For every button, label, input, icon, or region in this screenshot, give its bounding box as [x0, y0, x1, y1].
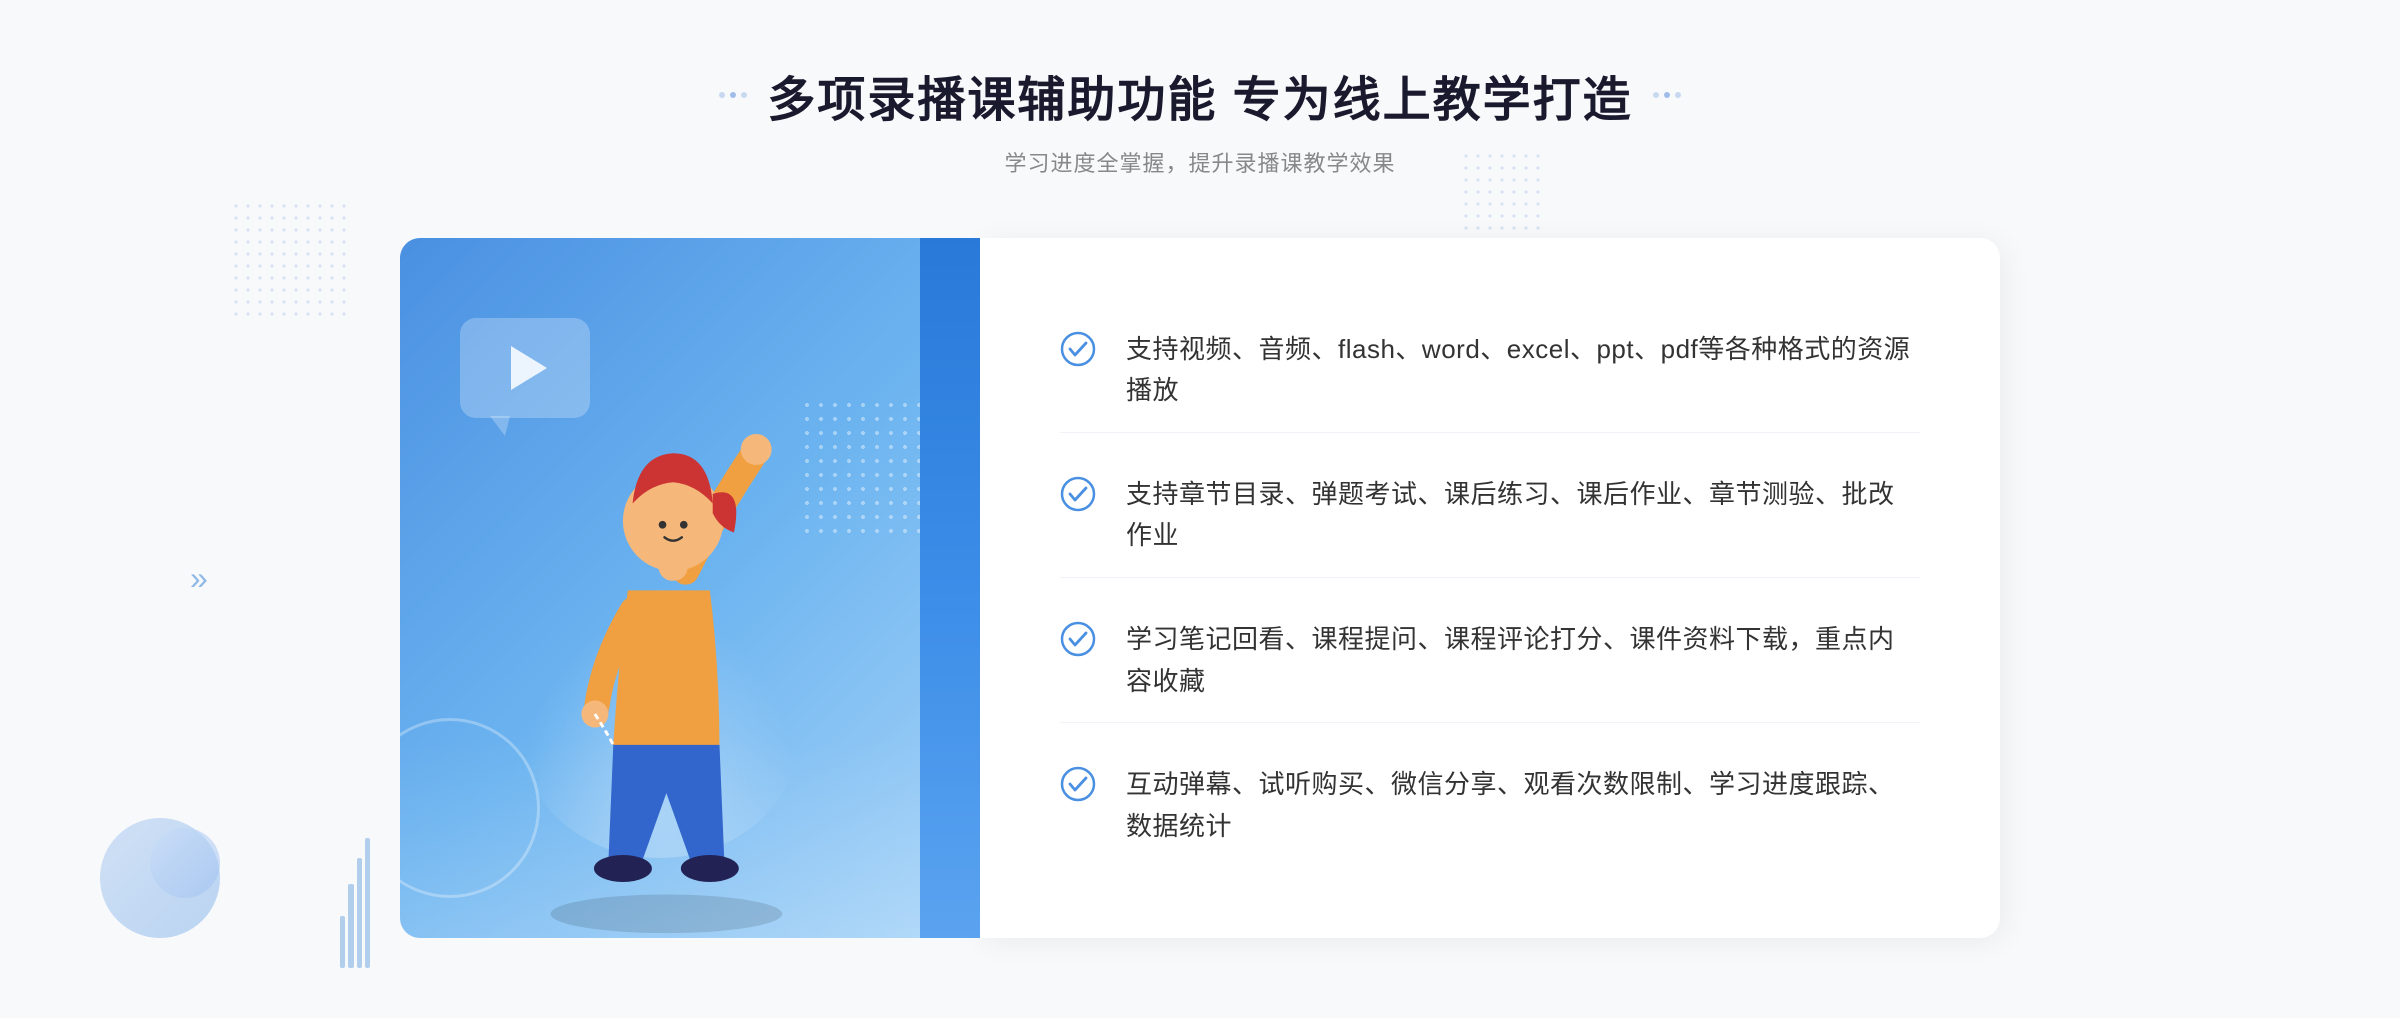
figure-container	[430, 378, 980, 938]
content-area: 支持视频、音频、flash、word、excel、ppt、pdf等各种格式的资源…	[400, 238, 2000, 938]
features-panel: 支持视频、音频、flash、word、excel、ppt、pdf等各种格式的资源…	[980, 238, 2000, 938]
check-circle-icon-1	[1060, 331, 1096, 367]
feature-item-4: 互动弹幕、试听购买、微信分享、观看次数限制、学习进度跟踪、数据统计	[1060, 744, 1920, 867]
stripe-bar-inner	[340, 838, 370, 968]
feature-item-1: 支持视频、音频、flash、word、excel、ppt、pdf等各种格式的资源…	[1060, 309, 1920, 433]
title-decoration-left	[719, 92, 747, 98]
stripe-col-2	[348, 884, 353, 969]
check-circle-icon-3	[1060, 621, 1096, 657]
feature-text-4: 互动弹幕、试听购买、微信分享、观看次数限制、学习进度跟踪、数据统计	[1126, 764, 1920, 847]
check-circle-icon-4	[1060, 766, 1096, 802]
feature-item-3: 学习笔记回看、课程提问、课程评论打分、课件资料下载，重点内容收藏	[1060, 599, 1920, 723]
stripe-col-4	[365, 838, 370, 968]
main-title: 多项录播课辅助功能 专为线上教学打造	[767, 60, 1632, 130]
illustration-panel	[400, 238, 980, 938]
title-row: 多项录播课辅助功能 专为线上教学打造	[719, 60, 1680, 130]
dots-decoration-right	[1460, 150, 1540, 230]
feature-item-2: 支持章节目录、弹题考试、课后练习、课后作业、章节测验、批改作业	[1060, 454, 1920, 578]
feature-text-3: 学习笔记回看、课程提问、课程评论打分、课件资料下载，重点内容收藏	[1126, 619, 1920, 702]
stripe-col-3	[357, 858, 362, 969]
stripe-col-1	[340, 916, 345, 968]
feature-text-1: 支持视频、音频、flash、word、excel、ppt、pdf等各种格式的资源…	[1126, 329, 1920, 412]
feature-text-2: 支持章节目录、弹题考试、课后练习、课后作业、章节测验、批改作业	[1126, 474, 1920, 557]
title-decoration-right	[1653, 92, 1681, 98]
dots-decoration-left	[230, 200, 350, 320]
arrow-decoration-left: »	[190, 560, 208, 597]
check-circle-icon-2	[1060, 476, 1096, 512]
stripe-bar-decoration	[340, 838, 370, 968]
figure-svg	[430, 378, 980, 938]
page-wrapper: » 多项录播课辅助功能 专为线上教学打造 学习进度全掌握，提升录播课教学效果	[0, 0, 2400, 1018]
deco-circle-small	[150, 828, 220, 898]
